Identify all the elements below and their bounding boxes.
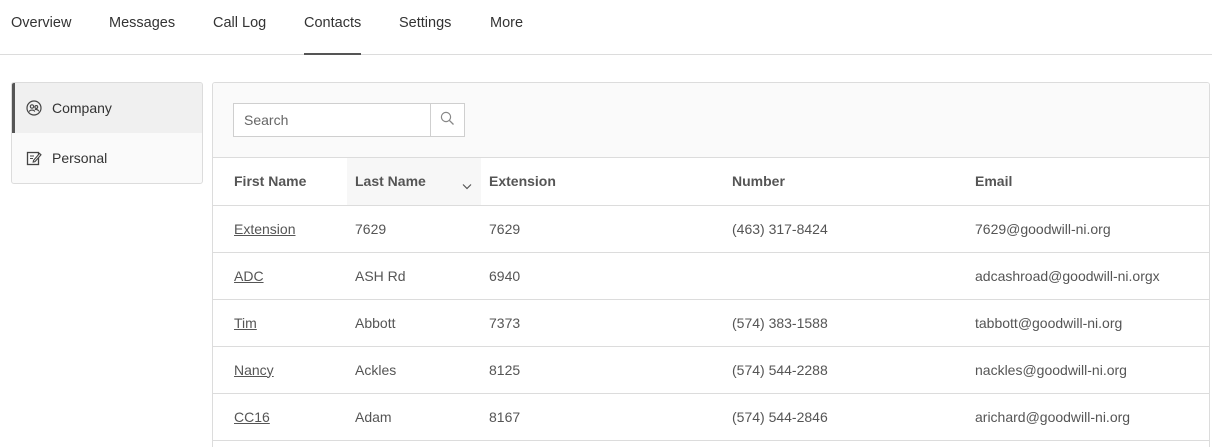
chevron-down-icon: [462, 177, 472, 193]
column-header-number[interactable]: Number: [724, 158, 967, 206]
table-row[interactable]: Nancy Ackles 8125 (574) 544-2288 nackles…: [213, 346, 1209, 394]
column-header-extension[interactable]: Extension: [481, 158, 724, 206]
search-button[interactable]: [430, 103, 465, 137]
sidebar-item-personal[interactable]: Personal: [12, 133, 202, 183]
contact-extension: 8125: [481, 346, 724, 394]
top-nav: Overview Messages Call Log Contacts Sett…: [0, 0, 1212, 55]
table-row[interactable]: Extension 7629 7629 (463) 317-8424 7629@…: [213, 205, 1209, 253]
column-header-label: Last Name: [355, 173, 426, 190]
edit-contact-icon: [25, 150, 42, 167]
contact-number: (574) 544-2846: [724, 393, 967, 441]
sidebar-item-label: Personal: [52, 150, 108, 166]
search-icon: [440, 111, 455, 129]
group-icon: [25, 100, 42, 117]
contacts-panel: First Name Last Name Extension Number Em…: [212, 82, 1210, 447]
sidebar-item-company[interactable]: Company: [12, 83, 202, 133]
contact-email: tabbott@goodwill-ni.org: [967, 299, 1209, 347]
contact-email: arichard@goodwill-ni.org: [967, 393, 1209, 441]
contact-last-name: Ackles: [347, 346, 481, 394]
column-header-first-name[interactable]: First Name: [213, 158, 347, 206]
contact-extension: 8167: [481, 393, 724, 441]
contact-first-name-link[interactable]: ADC: [234, 268, 264, 284]
contact-first-name-link[interactable]: Extension: [234, 221, 295, 237]
contact-last-name: Adam: [347, 393, 481, 441]
contact-last-name: ASH Rd: [347, 252, 481, 300]
contacts-sidebar: Company Personal: [11, 82, 203, 184]
contact-first-name-link[interactable]: Nancy: [234, 362, 274, 378]
contact-number: (463) 317-8424: [724, 205, 967, 253]
sidebar-item-label: Company: [52, 100, 112, 116]
tab-settings[interactable]: Settings: [399, 0, 451, 55]
contact-number: (574) 544-2288: [724, 346, 967, 394]
table-row[interactable]: ADC ASH Rd 6940 adcashroad@goodwill-ni.o…: [213, 252, 1209, 300]
tab-overview[interactable]: Overview: [11, 0, 71, 55]
contact-last-name: Abbott: [347, 299, 481, 347]
tab-contacts[interactable]: Contacts: [304, 0, 362, 55]
table-row[interactable]: Tim Abbott 7373 (574) 383-1588 tabbott@g…: [213, 299, 1209, 347]
contact-extension: 7373: [481, 299, 724, 347]
contact-first-name-link[interactable]: CC16: [234, 409, 270, 425]
contacts-table: First Name Last Name Extension Number Em…: [213, 158, 1209, 441]
contact-email: nackles@goodwill-ni.org: [967, 346, 1209, 394]
tab-messages[interactable]: Messages: [109, 0, 175, 55]
contact-extension: 6940: [481, 252, 724, 300]
contact-number: (574) 383-1588: [724, 299, 967, 347]
contact-email: 7629@goodwill-ni.org: [967, 205, 1209, 253]
search-bar: [213, 83, 1209, 158]
table-row[interactable]: CC16 Adam 8167 (574) 544-2846 arichard@g…: [213, 393, 1209, 441]
contact-email: adcashroad@goodwill-ni.orgx: [967, 252, 1209, 300]
tab-call-log[interactable]: Call Log: [213, 0, 266, 55]
column-header-last-name[interactable]: Last Name: [347, 158, 481, 206]
table-header-row: First Name Last Name Extension Number Em…: [213, 158, 1209, 206]
contact-number: [724, 252, 967, 300]
contact-last-name: 7629: [347, 205, 481, 253]
column-header-email[interactable]: Email: [967, 158, 1209, 206]
search-input[interactable]: [233, 103, 431, 137]
contact-extension: 7629: [481, 205, 724, 253]
tab-more[interactable]: More: [490, 0, 523, 55]
contact-first-name-link[interactable]: Tim: [234, 315, 257, 331]
